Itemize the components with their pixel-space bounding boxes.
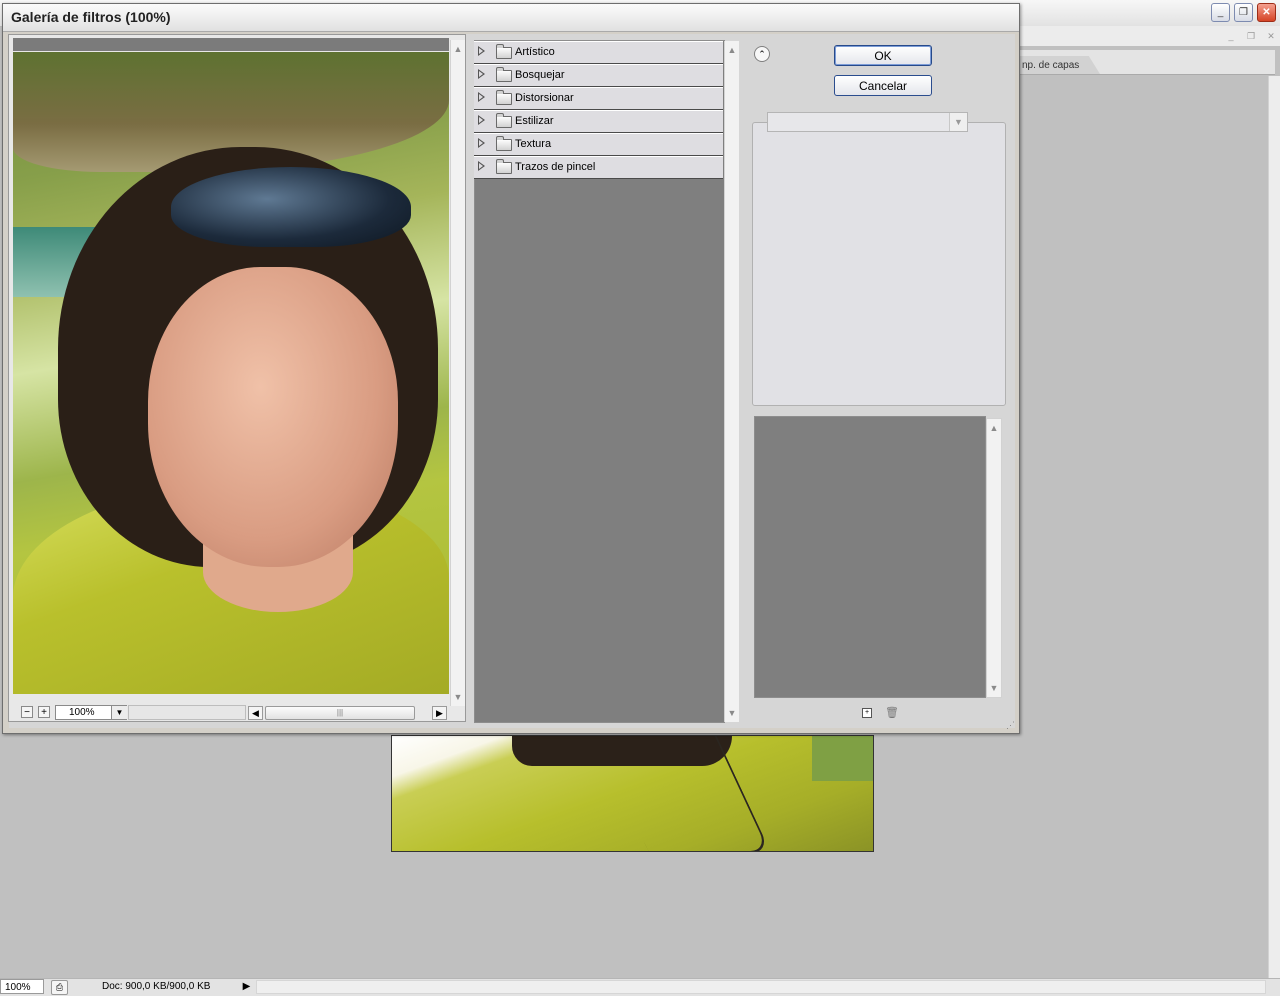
folder-icon	[496, 159, 512, 174]
filter-select[interactable]: ▼	[767, 112, 968, 132]
preview-horizontal-scroll-thumb[interactable]: |||	[265, 706, 415, 720]
effect-layer-scrollbar[interactable]: ▲ ▼	[986, 418, 1002, 698]
scroll-down-icon[interactable]: ▼	[725, 706, 739, 720]
expand-arrow-icon[interactable]	[478, 138, 485, 148]
preview-zoom-track	[128, 705, 246, 720]
dialog-title: Galería de filtros (100%)	[11, 9, 171, 25]
expand-arrow-icon[interactable]	[478, 46, 485, 56]
expand-arrow-icon[interactable]	[478, 69, 485, 79]
restore-button[interactable]: ❐	[1234, 3, 1253, 22]
zoom-in-button[interactable]: +	[38, 706, 50, 718]
folder-icon	[496, 90, 512, 105]
photo-face	[148, 267, 398, 567]
preview-top-strip	[13, 38, 449, 51]
resize-grip-icon[interactable]: ⋰	[1006, 720, 1016, 730]
scroll-down-icon[interactable]: ▼	[451, 690, 465, 704]
zoom-out-button[interactable]: −	[21, 706, 33, 718]
status-document-icon[interactable]: ⎙	[51, 980, 68, 995]
chevron-down-icon[interactable]: ▼	[949, 113, 967, 131]
canvas-grass-region	[812, 736, 873, 781]
folder-icon	[496, 44, 512, 59]
close-button[interactable]: ✕	[1257, 3, 1276, 22]
zoom-select[interactable]: 100% ▼	[55, 705, 127, 720]
filter-category-textura[interactable]: Textura	[474, 133, 723, 156]
filter-category-label: Artístico	[515, 46, 555, 58]
filter-category-label: Textura	[515, 138, 552, 150]
expand-arrow-icon[interactable]	[478, 92, 485, 102]
collapse-panel-icon[interactable]: ⌃	[754, 46, 770, 62]
trash-icon[interactable]: 🗑	[885, 707, 899, 719]
filter-category-list: Artístico Bosquejar Distorsionar Estiliz…	[474, 41, 723, 179]
new-effect-layer-icon[interactable]: +	[862, 708, 872, 718]
doc-restore-icon[interactable]: ❐	[1244, 30, 1258, 42]
status-menu-arrow-icon[interactable]: ▶	[240, 980, 253, 994]
filter-category-label: Distorsionar	[515, 92, 574, 104]
preview-image[interactable]	[13, 52, 449, 694]
filter-category-label: Estilizar	[515, 115, 554, 127]
filter-list-scrollbar[interactable]: ▲ ▼	[724, 41, 739, 722]
preview-vertical-scrollbar[interactable]: ▲ ▼	[450, 40, 465, 706]
zoom-value: 100%	[69, 707, 95, 718]
scroll-down-icon[interactable]: ▼	[987, 681, 1001, 695]
doc-close-icon[interactable]: ✕	[1264, 30, 1278, 42]
document-horizontal-scrollbar[interactable]	[256, 980, 1266, 994]
folder-icon	[496, 136, 512, 151]
chevron-down-icon[interactable]: ▼	[111, 706, 127, 719]
photo-sunglasses	[171, 167, 411, 247]
scroll-up-icon[interactable]: ▲	[451, 42, 465, 56]
scroll-right-icon[interactable]: ▶	[432, 706, 447, 720]
expand-arrow-icon[interactable]	[478, 161, 485, 171]
doc-minimize-icon[interactable]: _	[1224, 30, 1238, 42]
tab-layers[interactable]: np. de capas	[1020, 56, 1100, 74]
document-canvas-image	[391, 735, 874, 852]
document-area	[1022, 76, 1268, 976]
document-vertical-scrollbar[interactable]	[1268, 76, 1280, 981]
dialog-titlebar[interactable]: Galería de filtros (100%)	[3, 4, 1019, 32]
filter-category-bosquejar[interactable]: Bosquejar	[474, 64, 723, 87]
filter-category-estilizar[interactable]: Estilizar	[474, 110, 723, 133]
scroll-up-icon[interactable]: ▲	[725, 43, 739, 57]
ok-button[interactable]: OK	[834, 45, 932, 66]
filter-category-label: Bosquejar	[515, 69, 565, 81]
expand-arrow-icon[interactable]	[478, 115, 485, 125]
filter-category-label: Trazos de pincel	[515, 161, 596, 173]
document-window-controls	[1020, 26, 1280, 46]
filter-category-trazos-de-pincel[interactable]: Trazos de pincel	[474, 156, 723, 179]
folder-icon	[496, 67, 512, 82]
filter-category-artistico[interactable]: Artístico	[474, 41, 723, 64]
status-zoom-field[interactable]: 100%	[0, 979, 44, 994]
filter-category-distorsionar[interactable]: Distorsionar	[474, 87, 723, 110]
folder-icon	[496, 113, 512, 128]
minimize-button[interactable]: _	[1211, 3, 1230, 22]
canvas-necklace-cord	[594, 736, 772, 851]
cancel-button[interactable]: Cancelar	[834, 75, 932, 96]
scroll-left-icon[interactable]: ◀	[248, 706, 263, 720]
effect-layer-list[interactable]	[754, 416, 986, 698]
filter-settings-group	[752, 122, 1006, 406]
status-doc-size: Doc: 900,0 KB/900,0 KB	[102, 981, 211, 992]
scroll-up-icon[interactable]: ▲	[987, 421, 1001, 435]
